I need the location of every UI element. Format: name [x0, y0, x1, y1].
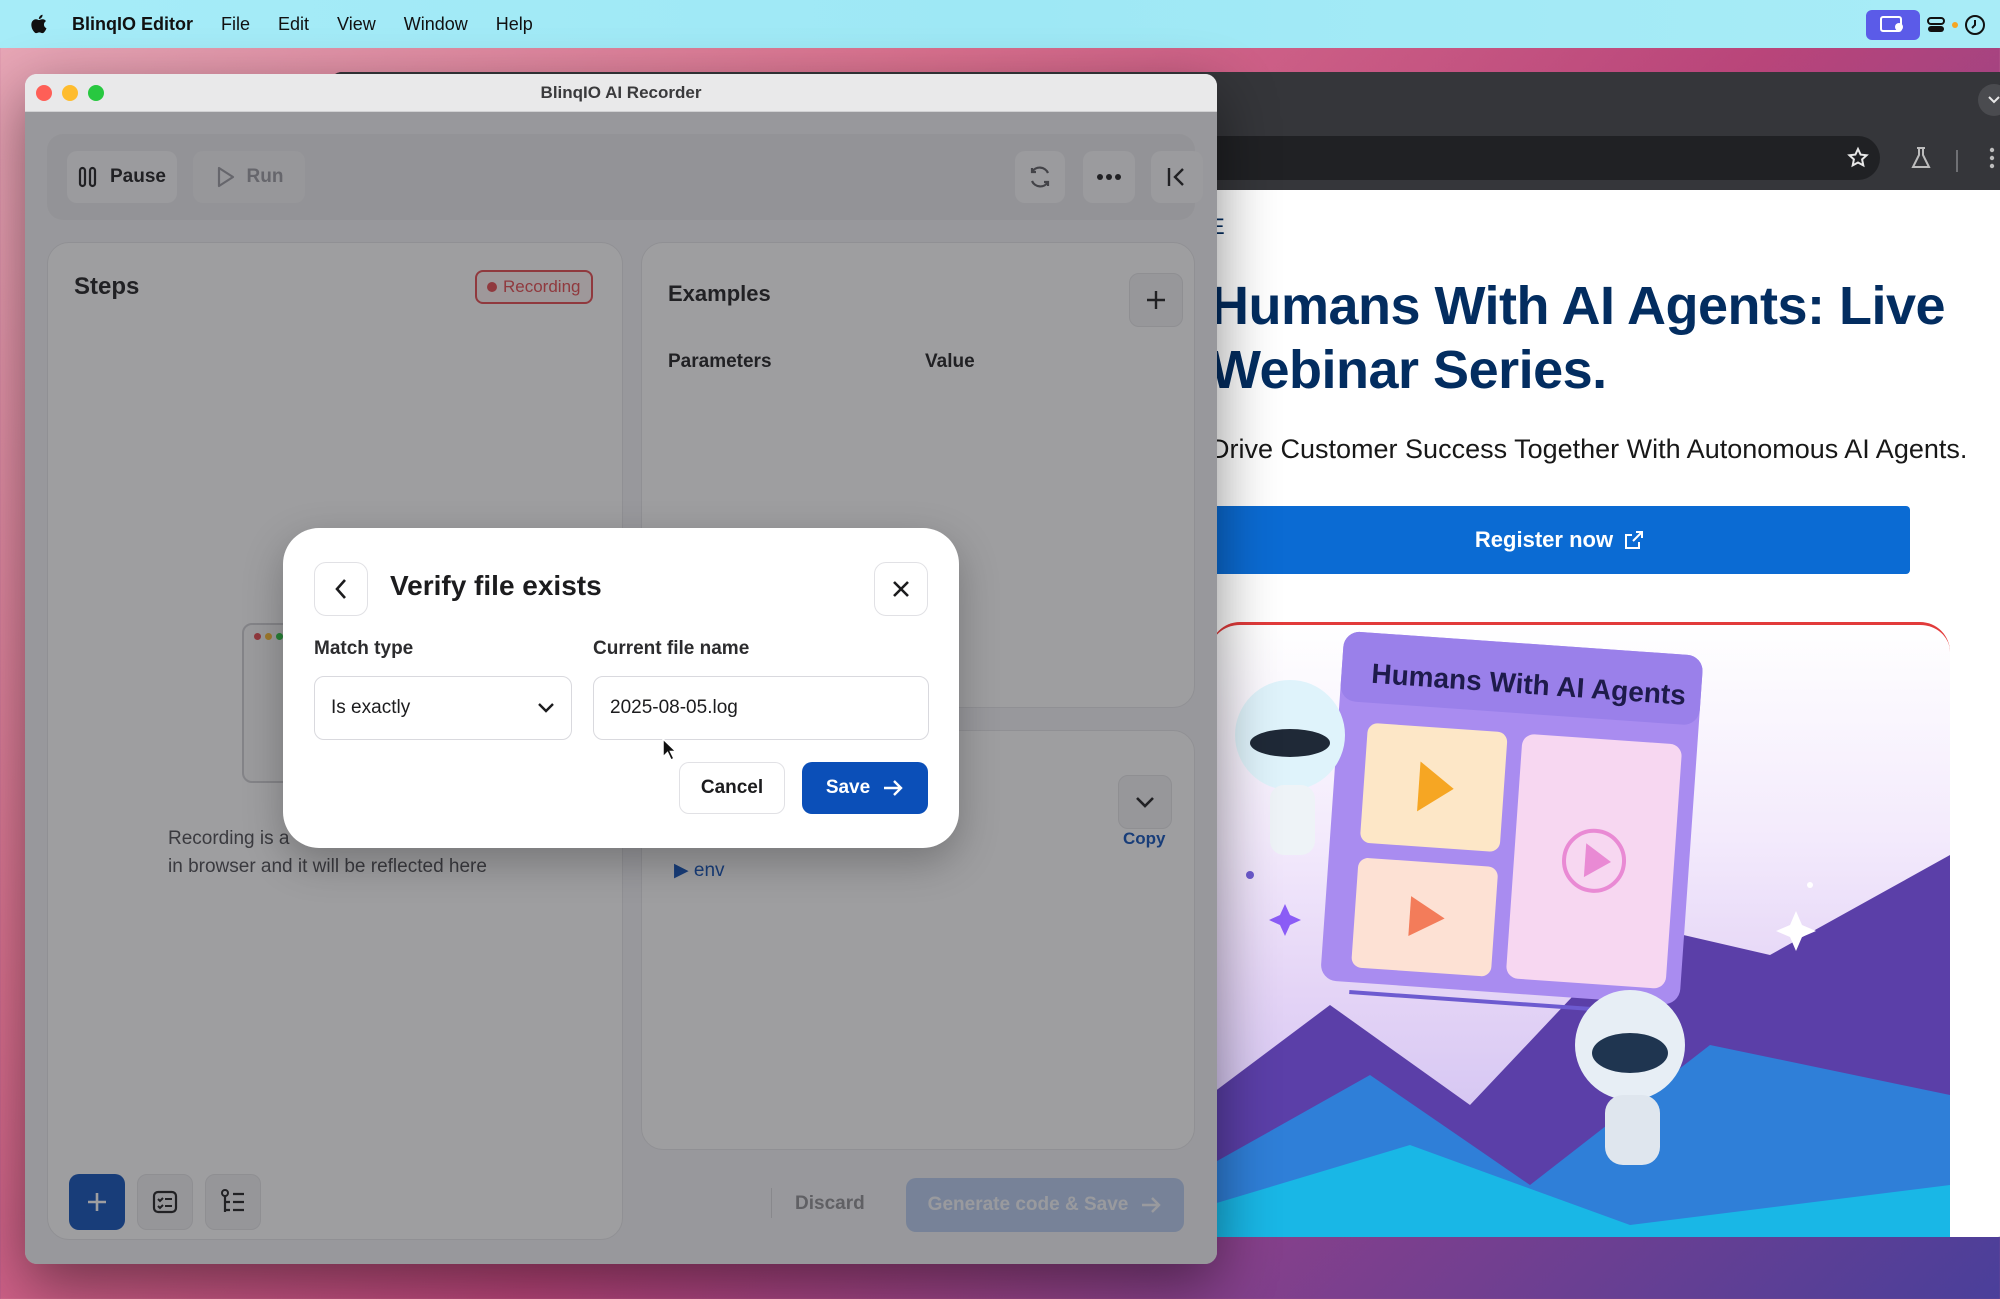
- menu-bar: BlinqIO Editor File Edit View Window Hel…: [0, 0, 2000, 48]
- file-name-input[interactable]: [593, 676, 929, 740]
- dialog-title: Verify file exists: [390, 570, 602, 601]
- menu-file[interactable]: File: [221, 14, 250, 35]
- window-minimize-button[interactable]: [62, 85, 78, 101]
- recorder-window-title: BlinqIO AI Recorder: [540, 82, 702, 102]
- chevron-down-icon: [538, 703, 554, 713]
- menu-view[interactable]: View: [337, 14, 376, 35]
- screen-share-icon[interactable]: [1866, 10, 1920, 40]
- headline-line-2: Webinar Series.: [1210, 340, 1607, 400]
- match-type-label: Match type: [314, 638, 414, 659]
- window-zoom-button[interactable]: [88, 85, 104, 101]
- recording-indicator-dot: [1952, 22, 1958, 28]
- match-type-select[interactable]: Is exactly: [314, 676, 572, 740]
- labs-flask-icon[interactable]: [1910, 146, 1932, 170]
- page-subheadline: Drive Customer Success Together With Aut…: [1210, 434, 1968, 464]
- file-name-label: Current file name: [593, 638, 750, 659]
- page-headline: Humans With AI Agents: Live Webinar Seri…: [1210, 274, 1990, 402]
- hero-illustration: Humans With AI Agents: [1210, 622, 1950, 1237]
- control-center-icon[interactable]: [1926, 15, 1946, 35]
- apple-logo-icon[interactable]: [28, 13, 48, 35]
- dialog-back-button[interactable]: [314, 562, 368, 616]
- recorder-titlebar: BlinqIO AI Recorder: [25, 74, 1217, 112]
- menu-help[interactable]: Help: [496, 14, 533, 35]
- arrow-right-icon: [884, 780, 903, 796]
- cancel-button[interactable]: Cancel: [679, 762, 785, 814]
- toolbar-separator: [1956, 150, 1958, 172]
- clock-icon[interactable]: [1964, 14, 1986, 36]
- window-close-button[interactable]: [36, 85, 52, 101]
- verify-file-exists-dialog: Verify file exists Match type Current fi…: [283, 528, 959, 848]
- status-area: [1866, 10, 1986, 40]
- save-button[interactable]: Save: [802, 762, 928, 814]
- register-now-button[interactable]: Register now: [1210, 506, 1910, 574]
- mouse-cursor-icon: [662, 738, 678, 762]
- match-type-value: Is exactly: [331, 697, 411, 718]
- register-now-label: Register now: [1474, 527, 1614, 552]
- external-link-icon: [1625, 531, 1644, 549]
- save-label: Save: [825, 777, 871, 798]
- headline-line-1: Humans With AI Agents: Live: [1210, 276, 1946, 336]
- browser-menu-icon[interactable]: [1988, 146, 1996, 170]
- menu-window[interactable]: Window: [404, 14, 468, 35]
- close-icon: [893, 581, 909, 597]
- chevron-left-icon: [335, 579, 346, 599]
- tab-search-chevron-icon[interactable]: [1978, 84, 2000, 116]
- dialog-close-button[interactable]: [874, 562, 928, 616]
- menu-app-name[interactable]: BlinqIO Editor: [72, 14, 193, 35]
- menu-edit[interactable]: Edit: [278, 14, 309, 35]
- bookmark-star-icon[interactable]: [1846, 146, 1870, 170]
